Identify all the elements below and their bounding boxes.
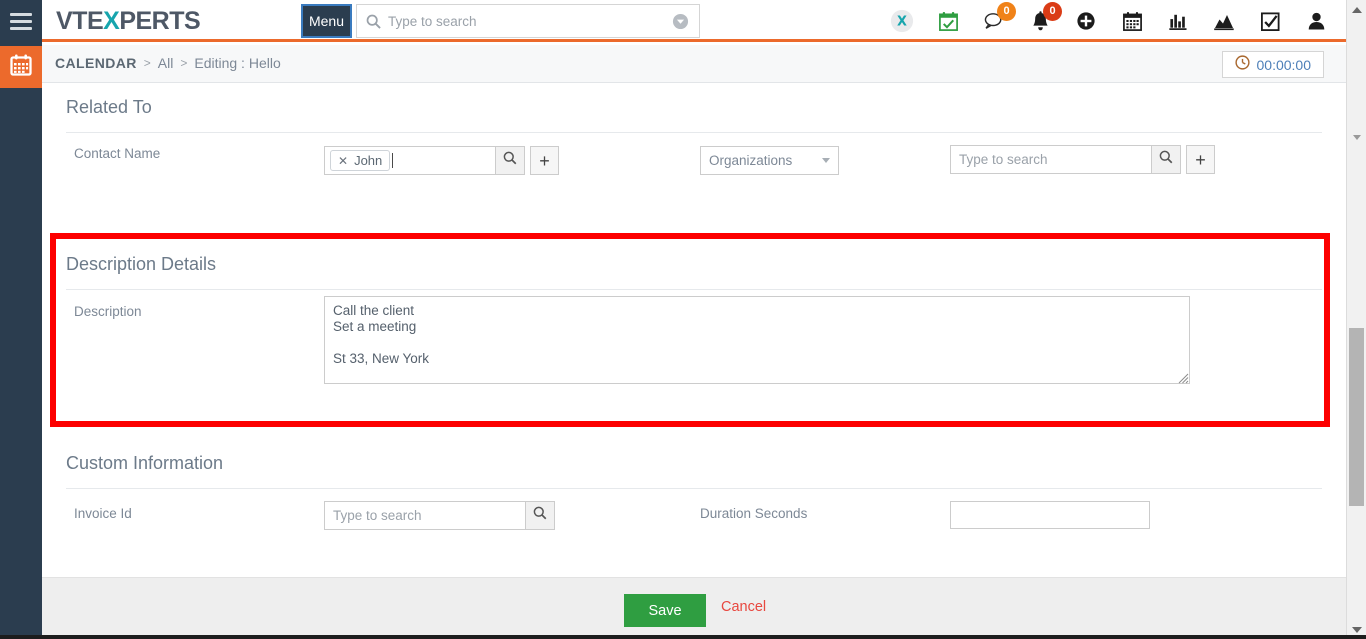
organization-add-button[interactable]: + [1186, 145, 1215, 174]
close-x-icon[interactable]: ✕ [338, 154, 348, 168]
contact-name-add-button[interactable]: + [530, 146, 559, 175]
duration-seconds-input[interactable] [950, 501, 1150, 529]
bar-chart-icon[interactable] [1166, 9, 1190, 33]
hamburger-icon-bar [10, 12, 32, 16]
search-icon [533, 506, 547, 525]
global-search-box[interactable] [356, 4, 700, 38]
sidebar-item-calendar[interactable] [0, 46, 42, 88]
plus-icon: + [539, 150, 550, 171]
form-footer-bar: Save Cancel [42, 577, 1346, 639]
breadcrumb-link-all[interactable]: All [158, 55, 174, 71]
timer-widget[interactable]: 00:00:00 [1221, 51, 1324, 78]
contact-name-lookup-group: ✕ John + [324, 146, 559, 175]
add-circle-icon[interactable] [1074, 9, 1098, 33]
user-account-icon[interactable] [1304, 9, 1328, 33]
window-bottom-strip [0, 635, 1366, 639]
brand-logo[interactable]: VTEXPERTS [56, 7, 201, 36]
related-module-select[interactable]: Organizations [700, 146, 839, 175]
bell-icon[interactable]: 0 [1028, 2, 1062, 33]
contact-token-label: John [354, 153, 383, 168]
left-sidebar-rail [0, 0, 42, 639]
breadcrumb-current-record: Editing : Hello [194, 55, 281, 71]
logo-text-part1: VTE [56, 7, 104, 35]
organization-search-input[interactable] [950, 145, 1152, 174]
breadcrumb-module-calendar[interactable]: CALENDAR [55, 55, 137, 71]
record-edit-form: Related To Contact Name ✕ John + Organiz… [42, 83, 1346, 575]
header-icon-group: X 0 0 [890, 0, 1328, 42]
chevron-down-circle-icon[interactable] [672, 13, 689, 30]
svg-text:X: X [897, 15, 907, 30]
text-caret [392, 153, 394, 168]
section-divider [66, 488, 1322, 489]
calendar-check-icon[interactable] [936, 9, 960, 33]
plus-icon: + [1195, 149, 1206, 170]
menu-button-label: Menu [308, 13, 345, 29]
section-description-details: Description Details Description [42, 240, 1346, 433]
triangle-down-icon [1351, 626, 1362, 633]
global-search-input[interactable] [381, 13, 672, 29]
top-header-bar: VTEXPERTS Menu X [42, 0, 1346, 42]
invoice-id-input[interactable] [324, 501, 526, 530]
section-title-related-to: Related To [66, 97, 152, 117]
hamburger-icon-bar [10, 26, 32, 30]
invoice-id-label: Invoice Id [74, 506, 132, 521]
contact-name-token-input[interactable]: ✕ John [324, 146, 496, 175]
checkbox-task-icon[interactable] [1258, 9, 1282, 33]
page-scrollbar[interactable] [1346, 0, 1366, 639]
organization-search-button[interactable] [1152, 145, 1181, 174]
breadcrumb-separator-icon: > [143, 56, 151, 70]
save-button[interactable]: Save [624, 594, 706, 627]
chat-badge-count: 0 [997, 2, 1016, 21]
section-related-to: Related To Contact Name ✕ John + Organiz… [42, 83, 1346, 223]
invoice-id-search-button[interactable] [526, 501, 555, 530]
area-chart-icon[interactable] [1212, 9, 1236, 33]
section-divider [66, 289, 1322, 290]
xtreme-logo-icon[interactable]: X [890, 9, 914, 33]
timer-value: 00:00:00 [1256, 56, 1312, 73]
section-divider [66, 132, 1322, 133]
calendar-grid-icon[interactable] [1120, 9, 1144, 33]
calendar-icon [9, 53, 33, 82]
notification-badge-count: 0 [1043, 2, 1062, 21]
clock-icon [1234, 54, 1250, 75]
organization-lookup-group: + [950, 145, 1215, 174]
scrollbar-secondary-arrow [1347, 130, 1366, 144]
section-custom-information: Custom Information Invoice Id Duration S… [42, 443, 1346, 575]
breadcrumb: CALENDAR > All > Editing : Hello [55, 55, 281, 71]
hamburger-icon-bar [10, 19, 32, 23]
breadcrumb-separator-icon: > [180, 56, 188, 70]
invoice-id-lookup-group [324, 501, 555, 530]
triangle-down-icon [1352, 134, 1361, 140]
logo-text-accent: X [103, 7, 120, 35]
contact-name-label: Contact Name [74, 146, 161, 161]
menu-button[interactable]: Menu [301, 4, 352, 38]
contact-name-search-button[interactable] [496, 146, 525, 175]
description-textarea[interactable] [324, 296, 1190, 384]
scrollbar-thumb[interactable] [1349, 328, 1364, 506]
search-icon [503, 151, 517, 170]
description-label: Description [74, 304, 142, 319]
logo-text-part3: PERTS [119, 7, 201, 35]
duration-seconds-label: Duration Seconds [700, 506, 808, 521]
contact-token: ✕ John [330, 150, 391, 171]
related-module-select-value: Organizations [709, 153, 793, 168]
triangle-up-icon [1351, 6, 1362, 13]
chat-bubble-icon[interactable]: 0 [982, 2, 1016, 33]
chevron-down-icon [822, 158, 830, 163]
hamburger-menu-button[interactable] [0, 0, 42, 42]
search-icon [366, 14, 381, 29]
section-title-description-details: Description Details [66, 254, 217, 274]
search-icon [1159, 150, 1173, 169]
section-title-custom-information: Custom Information [66, 453, 224, 473]
breadcrumb-bar: CALENDAR > All > Editing : Hello 00:00:0… [42, 45, 1346, 83]
scrollbar-up-button[interactable] [1347, 1, 1366, 18]
cancel-link[interactable]: Cancel [721, 599, 766, 615]
